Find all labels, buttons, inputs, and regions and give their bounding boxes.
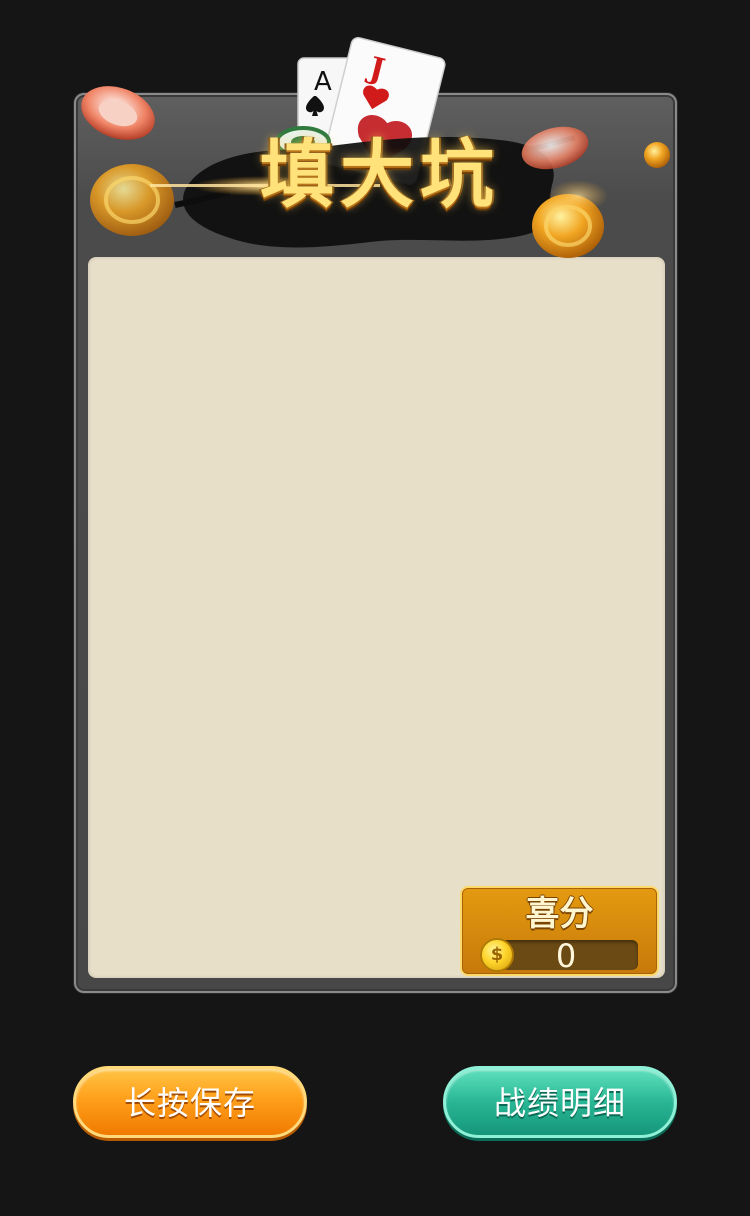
record-details-button[interactable]: 战绩明细 [443, 1066, 677, 1138]
coin-icon: $ [480, 938, 514, 972]
svg-text:J: J [363, 50, 388, 88]
score-value: 0 [555, 937, 577, 975]
result-content-area [88, 257, 665, 978]
page: A J 填大坑 喜分 0 $ 长按保存 战绩明细 [0, 0, 750, 1216]
long-press-save-button[interactable]: 长按保存 [73, 1066, 307, 1138]
score-label: 喜分 [525, 894, 594, 934]
score-value-bar: 0 [494, 937, 638, 975]
result-panel [74, 93, 677, 993]
score-box: 喜分 0 $ [460, 886, 659, 976]
